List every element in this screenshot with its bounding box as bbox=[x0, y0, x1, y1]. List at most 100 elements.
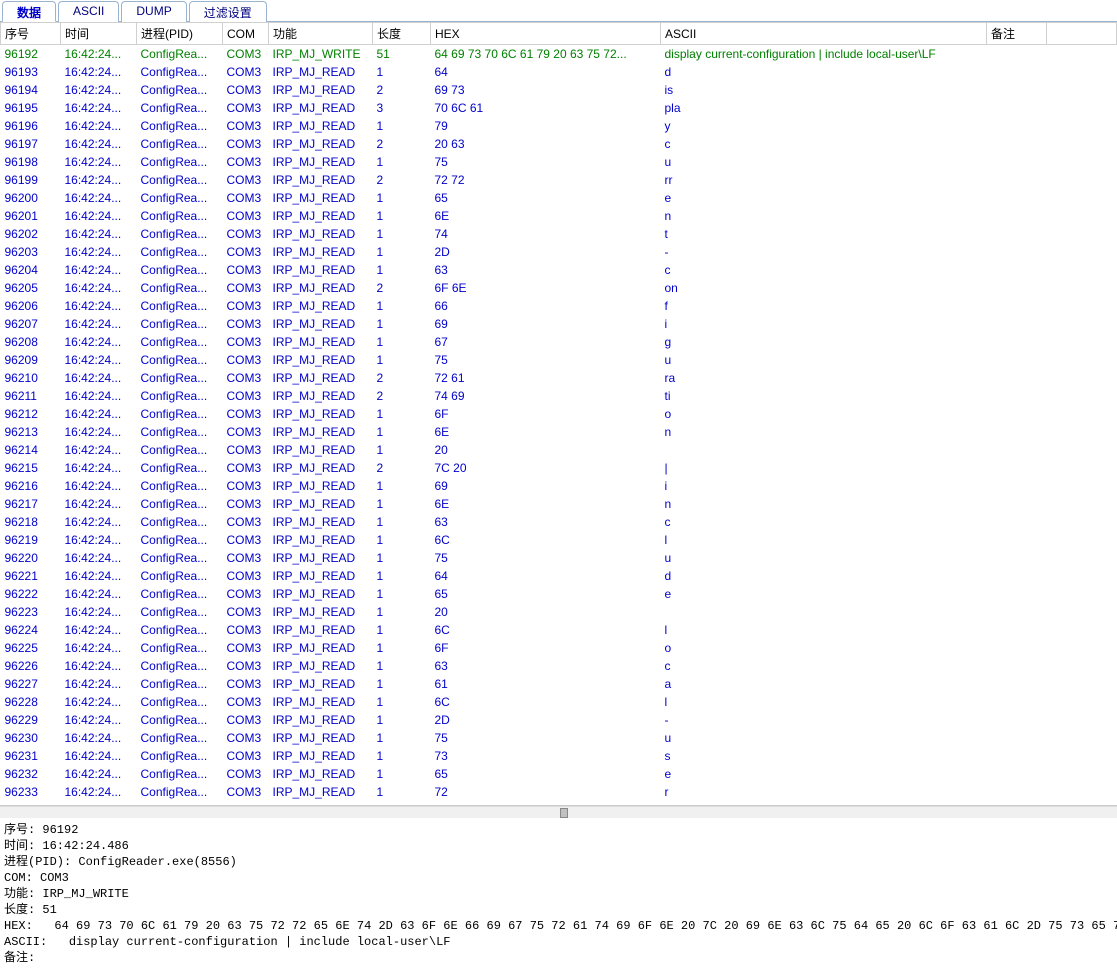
cell-func: IRP_MJ_READ bbox=[269, 765, 373, 783]
table-row[interactable]: 9619216:42:24...ConfigRea...COM3IRP_MJ_W… bbox=[1, 45, 1117, 63]
table-row[interactable]: 9620416:42:24...ConfigRea...COM3IRP_MJ_R… bbox=[1, 261, 1117, 279]
col-pid[interactable]: 进程(PID) bbox=[137, 23, 223, 45]
cell-func: IRP_MJ_READ bbox=[269, 117, 373, 135]
table-row[interactable]: 9621816:42:24...ConfigRea...COM3IRP_MJ_R… bbox=[1, 513, 1117, 531]
table-row[interactable]: 9623116:42:24...ConfigRea...COM3IRP_MJ_R… bbox=[1, 747, 1117, 765]
col-func[interactable]: 功能 bbox=[269, 23, 373, 45]
cell-com: COM3 bbox=[223, 297, 269, 315]
table-row[interactable]: 9619316:42:24...ConfigRea...COM3IRP_MJ_R… bbox=[1, 63, 1117, 81]
cell-func: IRP_MJ_READ bbox=[269, 189, 373, 207]
cell-ascii: e bbox=[661, 765, 987, 783]
cell-note bbox=[987, 711, 1047, 729]
detail-hex-label: HEX: bbox=[4, 919, 54, 933]
cell-hex: 2D bbox=[431, 243, 661, 261]
table-row[interactable]: 9620816:42:24...ConfigRea...COM3IRP_MJ_R… bbox=[1, 333, 1117, 351]
table-row[interactable]: 9623316:42:24...ConfigRea...COM3IRP_MJ_R… bbox=[1, 783, 1117, 801]
col-note[interactable]: 备注 bbox=[987, 23, 1047, 45]
table-row[interactable]: 9622116:42:24...ConfigRea...COM3IRP_MJ_R… bbox=[1, 567, 1117, 585]
table-row[interactable]: 9622816:42:24...ConfigRea...COM3IRP_MJ_R… bbox=[1, 693, 1117, 711]
tab-ascii[interactable]: ASCII bbox=[58, 1, 119, 22]
cell-pid: ConfigRea... bbox=[137, 45, 223, 63]
cell-note bbox=[987, 135, 1047, 153]
table-row[interactable]: 9621116:42:24...ConfigRea...COM3IRP_MJ_R… bbox=[1, 387, 1117, 405]
table-row[interactable]: 9619916:42:24...ConfigRea...COM3IRP_MJ_R… bbox=[1, 171, 1117, 189]
table-row[interactable]: 9622916:42:24...ConfigRea...COM3IRP_MJ_R… bbox=[1, 711, 1117, 729]
col-hex[interactable]: HEX bbox=[431, 23, 661, 45]
table-row[interactable]: 9621716:42:24...ConfigRea...COM3IRP_MJ_R… bbox=[1, 495, 1117, 513]
cell-pid: ConfigRea... bbox=[137, 261, 223, 279]
table-row[interactable]: 9623216:42:24...ConfigRea...COM3IRP_MJ_R… bbox=[1, 765, 1117, 783]
cell-seq: 96197 bbox=[1, 135, 61, 153]
cell-func: IRP_MJ_READ bbox=[269, 279, 373, 297]
col-ascii[interactable]: ASCII bbox=[661, 23, 987, 45]
col-seq[interactable]: 序号 bbox=[1, 23, 61, 45]
scrollbar-thumb[interactable] bbox=[560, 808, 568, 818]
table-row[interactable]: 9619816:42:24...ConfigRea...COM3IRP_MJ_R… bbox=[1, 153, 1117, 171]
cell-ascii: u bbox=[661, 153, 987, 171]
table-row[interactable]: 9620016:42:24...ConfigRea...COM3IRP_MJ_R… bbox=[1, 189, 1117, 207]
table-row[interactable]: 9621316:42:24...ConfigRea...COM3IRP_MJ_R… bbox=[1, 423, 1117, 441]
cell-ascii bbox=[661, 603, 987, 621]
table-row[interactable]: 9619716:42:24...ConfigRea...COM3IRP_MJ_R… bbox=[1, 135, 1117, 153]
table-row[interactable]: 9622316:42:24...ConfigRea...COM3IRP_MJ_R… bbox=[1, 603, 1117, 621]
cell-len: 1 bbox=[373, 549, 431, 567]
cell-rest bbox=[1047, 477, 1117, 495]
table-row[interactable]: 9619416:42:24...ConfigRea...COM3IRP_MJ_R… bbox=[1, 81, 1117, 99]
horizontal-scrollbar[interactable] bbox=[0, 806, 1117, 818]
table-row[interactable]: 9622716:42:24...ConfigRea...COM3IRP_MJ_R… bbox=[1, 675, 1117, 693]
cell-pid: ConfigRea... bbox=[137, 495, 223, 513]
cell-func: IRP_MJ_READ bbox=[269, 585, 373, 603]
table-row[interactable]: 9619616:42:24...ConfigRea...COM3IRP_MJ_R… bbox=[1, 117, 1117, 135]
tab-filter[interactable]: 过滤设置 bbox=[189, 1, 267, 22]
cell-hex: 75 bbox=[431, 729, 661, 747]
cell-com: COM3 bbox=[223, 369, 269, 387]
table-row[interactable]: 9620916:42:24...ConfigRea...COM3IRP_MJ_R… bbox=[1, 351, 1117, 369]
tab-data[interactable]: 数据 bbox=[2, 1, 56, 22]
table-row[interactable]: 9621016:42:24...ConfigRea...COM3IRP_MJ_R… bbox=[1, 369, 1117, 387]
cell-note bbox=[987, 747, 1047, 765]
table-row[interactable]: 9621516:42:24...ConfigRea...COM3IRP_MJ_R… bbox=[1, 459, 1117, 477]
table-row[interactable]: 9622216:42:24...ConfigRea...COM3IRP_MJ_R… bbox=[1, 585, 1117, 603]
cell-ascii: display current-configuration | include … bbox=[661, 45, 987, 63]
cell-seq: 96199 bbox=[1, 171, 61, 189]
cell-ascii: - bbox=[661, 711, 987, 729]
detail-ascii-label: ASCII: bbox=[4, 935, 69, 949]
col-time[interactable]: 时间 bbox=[61, 23, 137, 45]
table-row[interactable]: 9620516:42:24...ConfigRea...COM3IRP_MJ_R… bbox=[1, 279, 1117, 297]
table-row[interactable]: 9620316:42:24...ConfigRea...COM3IRP_MJ_R… bbox=[1, 243, 1117, 261]
cell-hex: 7C 20 bbox=[431, 459, 661, 477]
table-row[interactable]: 9620716:42:24...ConfigRea...COM3IRP_MJ_R… bbox=[1, 315, 1117, 333]
cell-com: COM3 bbox=[223, 351, 269, 369]
cell-len: 1 bbox=[373, 657, 431, 675]
cell-ascii: u bbox=[661, 729, 987, 747]
cell-time: 16:42:24... bbox=[61, 477, 137, 495]
table-row[interactable]: 9621416:42:24...ConfigRea...COM3IRP_MJ_R… bbox=[1, 441, 1117, 459]
table-row[interactable]: 9621216:42:24...ConfigRea...COM3IRP_MJ_R… bbox=[1, 405, 1117, 423]
table-row[interactable]: 9620116:42:24...ConfigRea...COM3IRP_MJ_R… bbox=[1, 207, 1117, 225]
cell-func: IRP_MJ_READ bbox=[269, 207, 373, 225]
col-com[interactable]: COM bbox=[223, 23, 269, 45]
cell-seq: 96226 bbox=[1, 657, 61, 675]
cell-time: 16:42:24... bbox=[61, 531, 137, 549]
table-header-row[interactable]: 序号 时间 进程(PID) COM 功能 长度 HEX ASCII 备注 bbox=[1, 23, 1117, 45]
cell-note bbox=[987, 153, 1047, 171]
packet-table[interactable]: 序号 时间 进程(PID) COM 功能 长度 HEX ASCII 备注 961… bbox=[0, 22, 1117, 806]
tab-dump[interactable]: DUMP bbox=[121, 1, 186, 22]
table-row[interactable]: 9622516:42:24...ConfigRea...COM3IRP_MJ_R… bbox=[1, 639, 1117, 657]
table-row[interactable]: 9621616:42:24...ConfigRea...COM3IRP_MJ_R… bbox=[1, 477, 1117, 495]
table-row[interactable]: 9620216:42:24...ConfigRea...COM3IRP_MJ_R… bbox=[1, 225, 1117, 243]
table-row[interactable]: 9622616:42:24...ConfigRea...COM3IRP_MJ_R… bbox=[1, 657, 1117, 675]
table-row[interactable]: 9622416:42:24...ConfigRea...COM3IRP_MJ_R… bbox=[1, 621, 1117, 639]
detail-seq: 96192 bbox=[42, 823, 78, 837]
table-row[interactable]: 9621916:42:24...ConfigRea...COM3IRP_MJ_R… bbox=[1, 531, 1117, 549]
cell-hex: 63 bbox=[431, 261, 661, 279]
table-row[interactable]: 9623016:42:24...ConfigRea...COM3IRP_MJ_R… bbox=[1, 729, 1117, 747]
col-len[interactable]: 长度 bbox=[373, 23, 431, 45]
cell-len: 1 bbox=[373, 621, 431, 639]
col-rest[interactable] bbox=[1047, 23, 1117, 45]
cell-rest bbox=[1047, 189, 1117, 207]
table-row[interactable]: 9619516:42:24...ConfigRea...COM3IRP_MJ_R… bbox=[1, 99, 1117, 117]
table-row[interactable]: 9622016:42:24...ConfigRea...COM3IRP_MJ_R… bbox=[1, 549, 1117, 567]
table-row[interactable]: 9620616:42:24...ConfigRea...COM3IRP_MJ_R… bbox=[1, 297, 1117, 315]
cell-ascii: rr bbox=[661, 171, 987, 189]
